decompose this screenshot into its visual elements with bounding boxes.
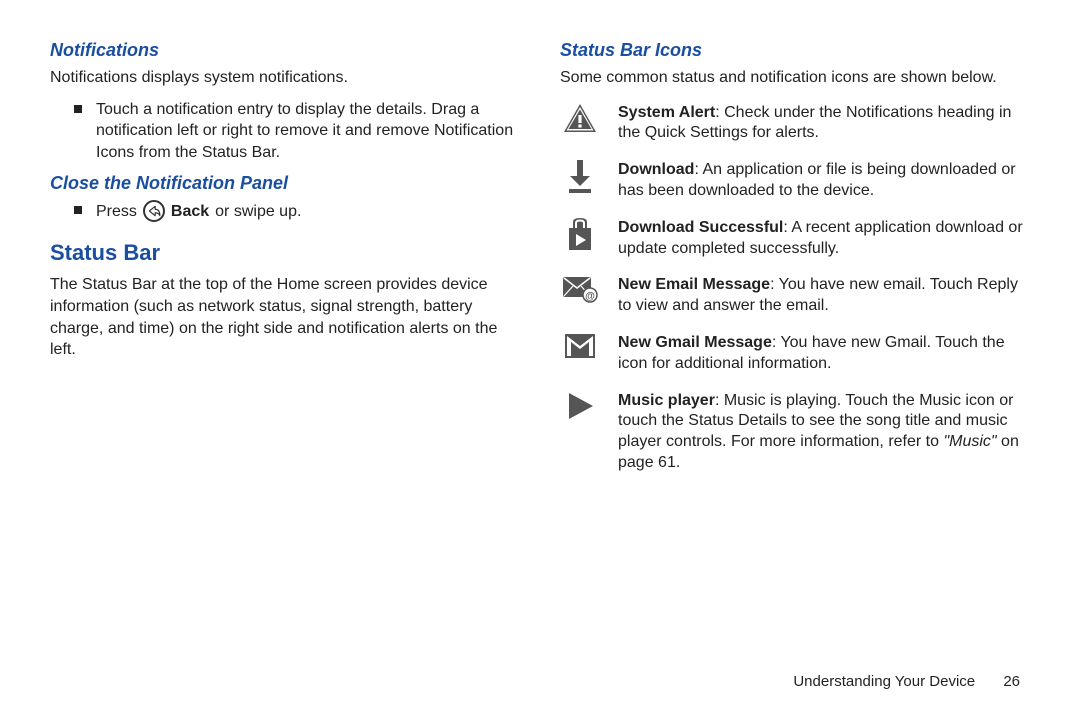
bullet-text: Touch a notification entry to display th… bbox=[96, 99, 520, 164]
alert-icon bbox=[560, 103, 600, 133]
desc-system-alert: System Alert: Check under the Notificati… bbox=[618, 103, 1030, 145]
bullet-icon bbox=[74, 105, 82, 113]
ref: "Music" bbox=[943, 433, 996, 450]
svg-text:@: @ bbox=[585, 291, 595, 302]
desc-download: Download: An application or file is bein… bbox=[618, 160, 1030, 202]
title: New Email Message bbox=[618, 276, 770, 293]
back-icon bbox=[143, 200, 165, 222]
footer-section: Understanding Your Device bbox=[793, 673, 975, 690]
play-icon bbox=[560, 391, 600, 421]
status-bar-heading: Status Bar bbox=[50, 240, 520, 266]
status-bar-icons-heading: Status Bar Icons bbox=[560, 40, 1030, 61]
notifications-bullet: Touch a notification entry to display th… bbox=[74, 99, 520, 164]
right-column: Status Bar Icons Some common status and … bbox=[560, 40, 1030, 490]
icon-row-download-success: Download Successful: A recent applicatio… bbox=[560, 218, 1030, 260]
icon-row-new-email: @ New Email Message: You have new email.… bbox=[560, 275, 1030, 317]
download-icon bbox=[560, 160, 600, 194]
icon-row-new-gmail: New Gmail Message: You have new Gmail. T… bbox=[560, 333, 1030, 375]
notifications-intro: Notifications displays system notificati… bbox=[50, 67, 520, 89]
download-success-icon bbox=[560, 218, 600, 250]
icon-row-music-player: Music player: Music is playing. Touch th… bbox=[560, 391, 1030, 474]
email-icon: @ bbox=[560, 275, 600, 303]
gmail-icon bbox=[560, 333, 600, 359]
desc-new-email: New Email Message: You have new email. T… bbox=[618, 275, 1030, 317]
close-rest: or swipe up. bbox=[215, 201, 301, 223]
title: Download Successful bbox=[618, 219, 783, 236]
status-bar-body: The Status Bar at the top of the Home sc… bbox=[50, 274, 520, 360]
close-panel-bullet: Press Back or swipe up. bbox=[74, 200, 520, 222]
footer: Understanding Your Device 26 bbox=[793, 673, 1020, 690]
icon-row-download: Download: An application or file is bein… bbox=[560, 160, 1030, 202]
left-column: Notifications Notifications displays sys… bbox=[50, 40, 520, 490]
desc-music-player: Music player: Music is playing. Touch th… bbox=[618, 391, 1030, 474]
bullet-icon bbox=[74, 206, 82, 214]
title: System Alert bbox=[618, 104, 715, 121]
title: Download bbox=[618, 161, 694, 178]
back-label: Back bbox=[171, 201, 209, 223]
desc-new-gmail: New Gmail Message: You have new Gmail. T… bbox=[618, 333, 1030, 375]
page-number: 26 bbox=[1003, 673, 1020, 690]
close-panel-text: Press Back or swipe up. bbox=[96, 200, 520, 222]
icon-table: System Alert: Check under the Notificati… bbox=[560, 103, 1030, 474]
title: Music player bbox=[618, 392, 715, 409]
desc-download-success: Download Successful: A recent applicatio… bbox=[618, 218, 1030, 260]
press-label: Press bbox=[96, 201, 137, 223]
close-panel-heading: Close the Notification Panel bbox=[50, 173, 520, 194]
notifications-heading: Notifications bbox=[50, 40, 520, 61]
title: New Gmail Message bbox=[618, 334, 772, 351]
icon-row-system-alert: System Alert: Check under the Notificati… bbox=[560, 103, 1030, 145]
status-bar-icons-intro: Some common status and notification icon… bbox=[560, 67, 1030, 89]
